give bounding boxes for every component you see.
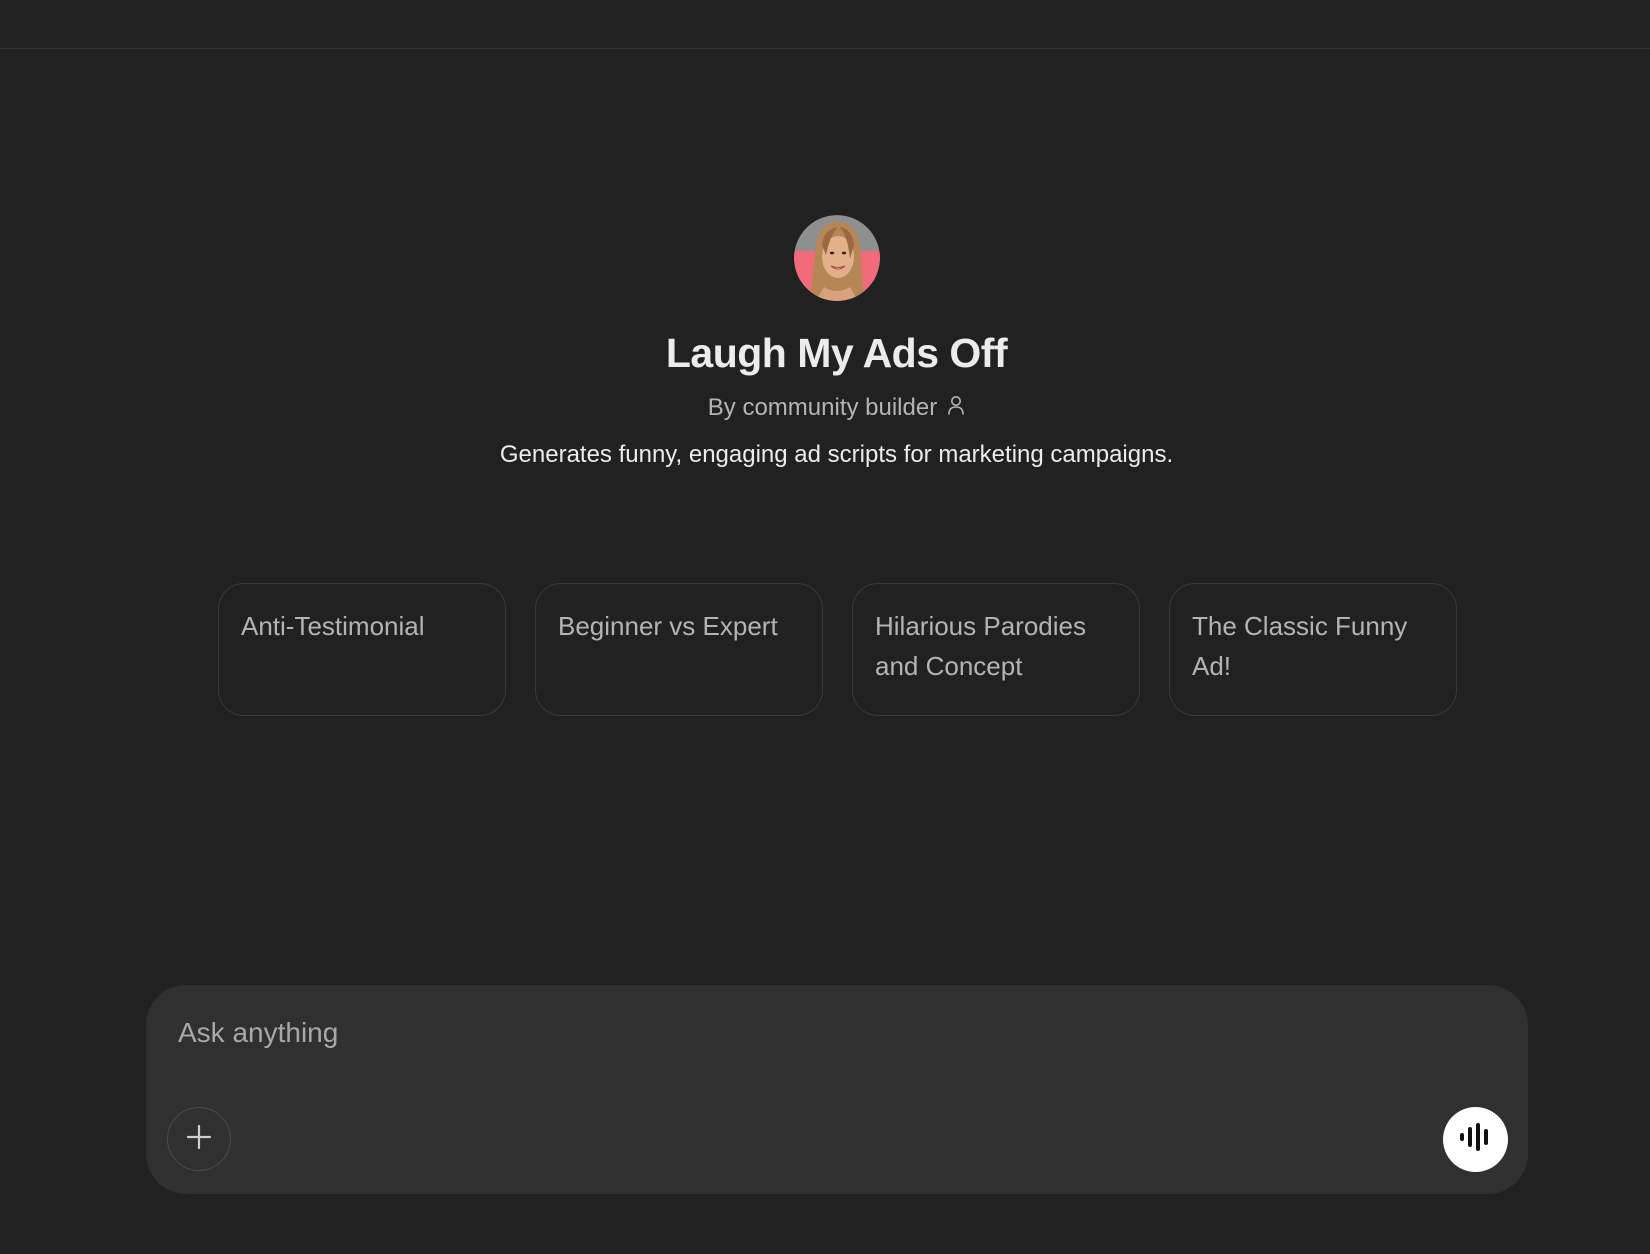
gpt-title: Laugh My Ads Off	[665, 330, 1008, 376]
gpt-byline[interactable]: By community builder	[708, 393, 965, 423]
starter-label: Anti-Testimonial	[241, 611, 425, 641]
starter-card[interactable]: The Classic Funny Ad!	[1169, 583, 1457, 716]
conversation-starters: Anti-Testimonial Beginner vs Expert Hila…	[218, 583, 1457, 716]
top-bar	[0, 0, 1650, 49]
starter-label: The Classic Funny Ad!	[1192, 611, 1408, 681]
gpt-header: Laugh My Ads Off By community builder Ge…	[0, 215, 1650, 471]
composer	[146, 985, 1528, 1194]
avatar-image	[793, 215, 880, 301]
starter-card[interactable]: Beginner vs Expert	[535, 583, 823, 716]
starter-card[interactable]: Anti-Testimonial	[218, 583, 506, 716]
person-icon	[947, 393, 965, 423]
gpt-description: Generates funny, engaging ad scripts for…	[499, 441, 1174, 468]
add-attachment-button[interactable]	[167, 1107, 231, 1171]
starter-label: Beginner vs Expert	[558, 611, 778, 641]
plus-icon	[186, 1124, 212, 1155]
starter-label: Hilarious Parodies and Concept	[875, 611, 1086, 681]
voice-mode-button[interactable]	[1443, 1107, 1508, 1172]
starter-card[interactable]: Hilarious Parodies and Concept	[852, 583, 1140, 716]
prompt-input[interactable]	[176, 1007, 1480, 1059]
gpt-avatar	[793, 215, 880, 301]
voice-waveform-icon	[1458, 1122, 1494, 1157]
byline-text: By community builder	[707, 394, 938, 421]
